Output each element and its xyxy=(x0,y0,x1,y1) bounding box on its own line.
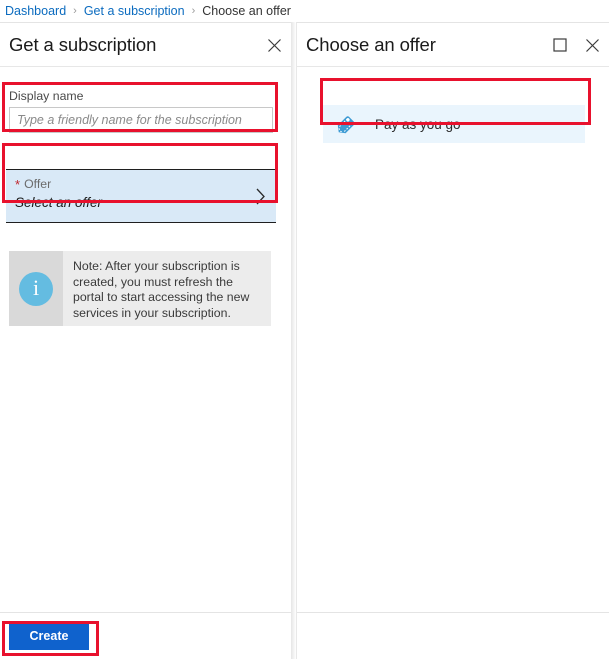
required-marker: * xyxy=(15,176,21,192)
breadcrumb-separator-2: › xyxy=(191,5,196,17)
breadcrumb-item-dashboard[interactable]: Dashboard xyxy=(5,4,66,18)
price-tag-icon xyxy=(333,110,361,138)
choose-an-offer-blade: Choose an offer Pay as you go xyxy=(296,22,609,659)
offer-name: Pay as you go xyxy=(375,116,461,132)
get-a-subscription-blade: Get a subscription Display name * Offer … xyxy=(0,22,291,659)
breadcrumb-item-get-a-subscription[interactable]: Get a subscription xyxy=(84,4,185,18)
info-icon-cell: i xyxy=(9,251,63,326)
breadcrumb: Dashboard › Get a subscription › Choose … xyxy=(0,0,609,22)
display-name-field-group: Display name xyxy=(9,89,273,133)
left-panel-header: Get a subscription xyxy=(0,23,291,67)
display-name-label: Display name xyxy=(9,89,84,103)
right-panel-header: Choose an offer xyxy=(297,23,609,67)
offer-label: Offer xyxy=(24,177,52,191)
info-note-text: Note: After your subscription is created… xyxy=(73,259,250,320)
maximize-icon[interactable] xyxy=(551,36,569,54)
breadcrumb-separator-1: › xyxy=(73,5,77,17)
right-panel-footer-divider xyxy=(297,612,609,613)
list-item[interactable]: Pay as you go xyxy=(323,105,585,143)
left-panel-header-actions xyxy=(265,23,283,67)
right-panel-header-actions xyxy=(551,23,601,67)
info-icon: i xyxy=(19,271,53,306)
left-panel-title: Get a subscription xyxy=(9,33,157,55)
close-icon[interactable] xyxy=(265,36,283,54)
display-name-input[interactable] xyxy=(9,107,273,133)
close-icon[interactable] xyxy=(583,36,601,54)
right-panel-title: Choose an offer xyxy=(306,33,436,55)
offer-label-row: * Offer xyxy=(15,177,51,191)
offer-value: Select an offer xyxy=(15,195,103,210)
breadcrumb-item-choose-an-offer: Choose an offer xyxy=(202,4,291,18)
info-note: i Note: After your subscription is creat… xyxy=(9,251,271,326)
offer-selector[interactable]: * Offer Select an offer xyxy=(6,169,276,223)
info-note-text-cell: Note: After your subscription is created… xyxy=(63,251,271,326)
chevron-right-icon xyxy=(255,188,266,210)
azure-portal-screen: Dashboard › Get a subscription › Choose … xyxy=(0,0,609,659)
create-button[interactable]: Create xyxy=(9,622,89,650)
left-panel-footer: Create xyxy=(0,612,291,659)
